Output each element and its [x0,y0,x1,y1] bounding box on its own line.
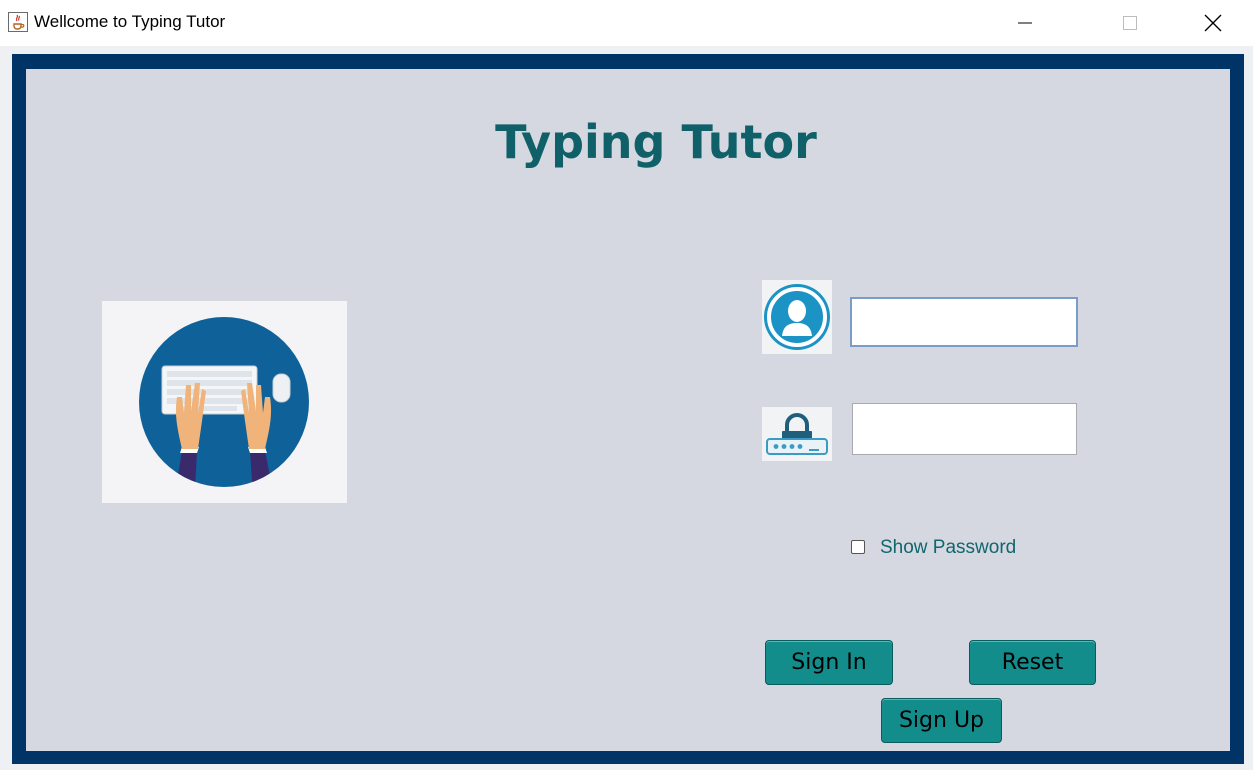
username-field[interactable] [850,297,1078,347]
minimize-button[interactable] [1002,6,1048,40]
sign-up-button[interactable]: Sign Up [881,698,1002,743]
typing-illustration [102,301,347,503]
hands-typing-keyboard-illustration [139,317,309,487]
window-title: Wellcome to Typing Tutor [34,12,226,31]
title-bar: Wellcome to Typing Tutor [0,0,1253,46]
sign-in-button[interactable]: Sign In [765,640,893,685]
password-input[interactable] [853,404,1076,454]
user-icon [762,280,832,354]
show-password-checkbox[interactable] [851,540,865,554]
username-input[interactable] [852,299,1076,345]
close-button[interactable] [1190,6,1236,40]
lock-password-icon [762,407,832,461]
show-password-label[interactable]: Show Password [880,537,1016,559]
reset-button[interactable]: Reset [969,640,1096,685]
login-panel: Typing Tutor Show Password Sign In Reset… [26,69,1230,751]
close-icon [1204,14,1222,32]
maximize-icon [1123,16,1137,30]
maximize-button[interactable] [1107,6,1153,40]
password-field[interactable] [852,403,1077,455]
page-title: Typing Tutor [495,115,817,169]
java-app-icon[interactable] [8,12,28,32]
minimize-icon [1018,22,1032,24]
